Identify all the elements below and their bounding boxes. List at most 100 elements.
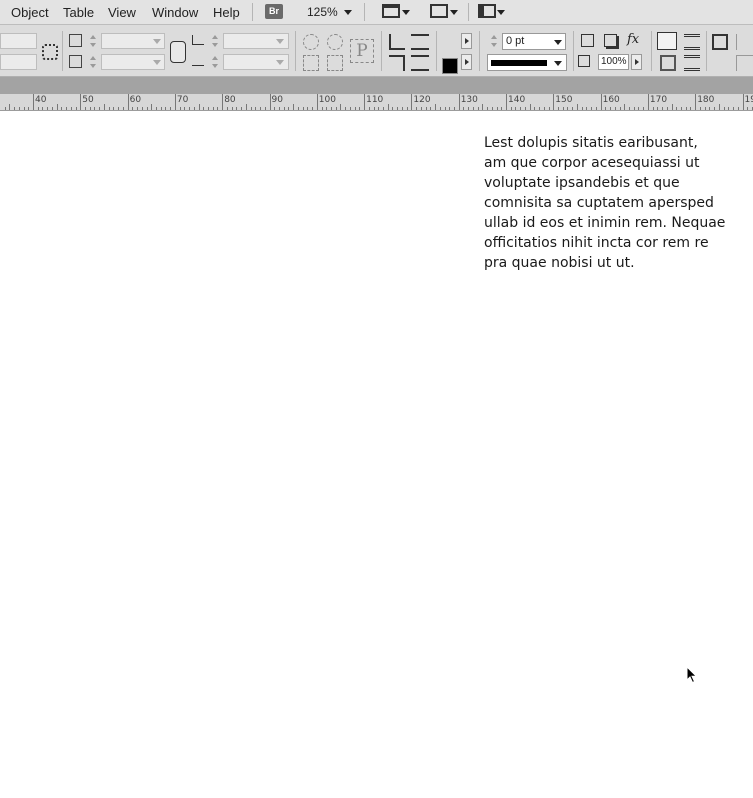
view-options-icon[interactable]	[382, 4, 400, 18]
select-container-icon[interactable]	[389, 34, 405, 50]
ruler-tick	[572, 107, 573, 110]
ruler-tick	[620, 107, 621, 110]
width-dropdown-icon[interactable]	[153, 39, 161, 44]
height-dropdown-icon[interactable]	[153, 60, 161, 65]
select-previous-icon[interactable]	[389, 55, 405, 71]
width-stepper[interactable]	[89, 33, 98, 49]
ruler-tick	[251, 107, 252, 110]
rotate-ccw-icon[interactable]	[327, 34, 343, 50]
ruler-tick	[165, 107, 166, 110]
view-options-dropdown-icon[interactable]	[402, 10, 410, 15]
panel-divider	[381, 31, 382, 71]
opacity-field[interactable]: 100%	[598, 54, 629, 70]
ruler-tick	[175, 94, 176, 110]
select-next-icon[interactable]	[411, 55, 429, 71]
arrange-documents-dropdown-icon[interactable]	[497, 10, 505, 15]
ruler-tick	[47, 107, 48, 110]
ruler-tick	[676, 107, 677, 110]
paragraph-icon[interactable]: P	[350, 39, 374, 63]
menu-table[interactable]: Table	[63, 5, 94, 20]
ruler-tick	[482, 104, 483, 110]
text-frame[interactable]: Lest dolupis sitatis earibusant, am que c…	[484, 133, 734, 273]
ruler-tick	[473, 107, 474, 110]
screen-mode-icon[interactable]	[430, 4, 448, 18]
stroke-weight-stepper[interactable]	[490, 33, 499, 49]
text-line: am que corpor acesequiassi ut	[484, 155, 700, 171]
ruler-label: 150	[555, 95, 573, 105]
stroke-menu-button[interactable]	[461, 54, 472, 70]
stroke-weight-dropdown-icon[interactable]	[554, 40, 562, 45]
menu-help[interactable]: Help	[213, 5, 240, 20]
ruler-tick	[288, 107, 289, 110]
zoom-level-select[interactable]: 125%	[307, 5, 338, 19]
wrap-around-shape-icon[interactable]	[660, 55, 676, 71]
frame-fitting-icon[interactable]	[712, 34, 728, 50]
select-content-icon[interactable]	[411, 34, 429, 50]
ruler-tick	[113, 107, 114, 110]
y-position-field[interactable]	[0, 54, 37, 70]
ruler-tick	[392, 107, 393, 110]
constrain-proportions-icon[interactable]	[170, 41, 186, 63]
screen-mode-dropdown-icon[interactable]	[450, 10, 458, 15]
menu-window[interactable]: Window	[152, 5, 198, 20]
auto-fit-icon[interactable]	[736, 34, 753, 50]
clear-effects-icon[interactable]	[578, 55, 590, 67]
shear-stepper[interactable]	[211, 54, 220, 70]
jump-object-icon[interactable]	[684, 55, 700, 71]
ruler-tick	[487, 107, 488, 110]
ruler-tick	[76, 107, 77, 110]
menu-object[interactable]: Object	[11, 5, 49, 20]
flip-horizontal-icon[interactable]	[303, 55, 319, 71]
shadow-toggle-icon[interactable]	[604, 34, 617, 47]
ruler-tick	[430, 107, 431, 110]
ruler-tick	[331, 107, 332, 110]
menu-view[interactable]: View	[108, 5, 136, 20]
ruler-tick	[709, 107, 710, 110]
text-line: pra quae nobisi ut ut.	[484, 255, 635, 271]
ruler-tick	[719, 104, 720, 110]
text-line: officitatios nihit incta cor rem re	[484, 235, 709, 251]
horizontal-ruler[interactable]: 40 50 60 70 80 90 100 110 120 130 140 150 160 170 180 1…	[0, 94, 753, 111]
ruler-tick	[558, 107, 559, 110]
ruler-tick	[667, 107, 668, 110]
ruler-tick	[19, 107, 20, 110]
ruler-tick	[57, 104, 58, 110]
no-text-wrap-icon[interactable]	[657, 32, 677, 50]
ruler-tick	[85, 107, 86, 110]
ruler-tick	[435, 104, 436, 110]
stroke-type-dropdown-icon[interactable]	[554, 61, 562, 66]
zoom-dropdown-icon[interactable]	[344, 10, 352, 15]
ruler-tick	[359, 107, 360, 110]
rotation-dropdown-icon[interactable]	[276, 39, 284, 44]
rotate-cw-icon[interactable]	[303, 34, 319, 50]
rotation-stepper[interactable]	[211, 33, 220, 49]
arrange-documents-icon[interactable]	[478, 4, 496, 18]
fill-menu-button[interactable]	[461, 33, 472, 49]
ruler-tick	[596, 107, 597, 110]
ruler-tick	[28, 107, 29, 110]
height-stepper[interactable]	[89, 54, 98, 70]
x-position-field[interactable]	[0, 33, 37, 49]
wrap-around-bounding-box-icon[interactable]	[684, 34, 700, 50]
ruler-tick	[544, 107, 545, 110]
reference-point-icon[interactable]	[736, 55, 753, 71]
ruler-tick	[705, 107, 706, 110]
ruler-tick	[582, 107, 583, 110]
opacity-menu-button[interactable]	[631, 54, 642, 70]
drop-shadow-icon[interactable]	[581, 34, 594, 47]
shear-dropdown-icon[interactable]	[276, 60, 284, 65]
menu-divider	[252, 3, 253, 21]
effects-fx-icon[interactable]: fx	[627, 32, 645, 48]
ruler-tick	[99, 107, 100, 110]
ruler-tick	[189, 107, 190, 110]
flip-vertical-icon[interactable]	[327, 55, 343, 71]
ruler-tick	[104, 104, 105, 110]
ruler-tick	[724, 107, 725, 110]
control-panel: P 0 pt fx 100%	[0, 25, 753, 95]
anchor-icon[interactable]	[42, 44, 58, 60]
bridge-button[interactable]: Br	[265, 4, 283, 19]
fill-swatch[interactable]	[442, 58, 458, 74]
ruler-tick	[577, 104, 578, 110]
ruler-tick	[293, 104, 294, 110]
ruler-tick	[733, 107, 734, 110]
